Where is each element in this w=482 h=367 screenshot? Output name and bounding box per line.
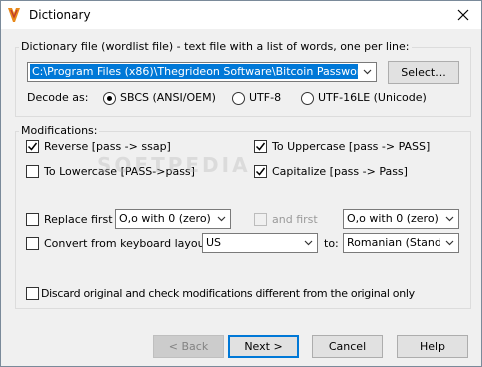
layout-to-combo[interactable]: Romanian (Standard) [343,233,459,253]
watermark-text: SOFTPEDIA [97,153,251,177]
convert-layout-label[interactable]: Convert from keyboard layout: [44,237,213,250]
layout-to-label: to: [324,237,339,250]
chevron-down-icon [363,69,372,75]
checkmark-icon [255,142,266,151]
discard-original-label[interactable]: Discard original and check modifications… [41,287,415,300]
radio-utf16le[interactable] [301,92,314,105]
radio-utf16le-label[interactable]: UTF-16LE (Unicode) [318,91,427,104]
window-title: Dictionary [29,8,91,22]
help-button[interactable]: Help [397,335,468,358]
layout-from-value: US [206,236,222,249]
to-uppercase-checkbox[interactable] [254,140,267,153]
layout-to-value: Romanian (Standard) [347,236,440,249]
close-button[interactable] [445,1,481,29]
dictionary-file-combo[interactable]: C:\Program Files (x86)\Thegrideon Softwa… [27,62,377,82]
capitalize-label[interactable]: Capitalize [pass -> Pass] [272,165,408,178]
radio-sbcs-label[interactable]: SBCS (ANSI/OEM) [120,91,216,104]
and-first-combo[interactable]: O,o with 0 (zero) [343,209,459,229]
next-button[interactable]: Next > [228,335,299,358]
radio-utf8-label[interactable]: UTF-8 [249,91,281,104]
dictionary-file-path: C:\Program Files (x86)\Thegrideon Softwa… [30,64,358,79]
to-lowercase-checkbox[interactable] [26,165,39,178]
layout-from-combo[interactable]: US [202,233,318,253]
chevron-down-icon [304,240,313,246]
replace-first-label[interactable]: Replace first [44,213,113,226]
convert-layout-checkbox[interactable] [26,237,39,250]
modifications-group-label: Modifications: [19,124,100,137]
and-first-checkbox[interactable] [254,213,267,226]
and-first-label: and first [272,213,318,226]
cancel-button[interactable]: Cancel [312,335,383,358]
app-logo-icon [8,8,20,22]
to-uppercase-label[interactable]: To Uppercase [pass -> PASS] [272,140,430,153]
dictionary-group-label: Dictionary file (wordlist file) - text f… [19,40,412,53]
checkmark-icon [27,142,38,151]
title-bar: Dictionary [1,1,481,29]
capitalize-checkbox[interactable] [254,165,267,178]
replace-first-checkbox[interactable] [26,213,39,226]
replace-first-combo[interactable]: O,o with 0 (zero) [115,209,231,229]
reverse-checkbox[interactable] [26,140,39,153]
reverse-label[interactable]: Reverse [pass -> ssap] [44,140,171,153]
radio-utf8[interactable] [232,92,245,105]
replace-first-value: O,o with 0 (zero) [119,212,211,225]
close-icon [457,9,469,21]
radio-sbcs[interactable] [103,92,116,105]
chevron-down-icon [445,240,454,246]
select-button[interactable]: Select... [388,61,459,84]
decode-label: Decode as: [27,91,89,104]
and-first-value: O,o with 0 (zero) [347,212,439,225]
back-button[interactable]: < Back [153,335,224,358]
chevron-down-icon [217,216,226,222]
chevron-down-icon [445,216,454,222]
checkmark-icon [255,167,266,176]
discard-original-checkbox[interactable] [26,287,39,300]
dictionary-window: Dictionary Dictionary file (wordlist fil… [0,0,482,367]
